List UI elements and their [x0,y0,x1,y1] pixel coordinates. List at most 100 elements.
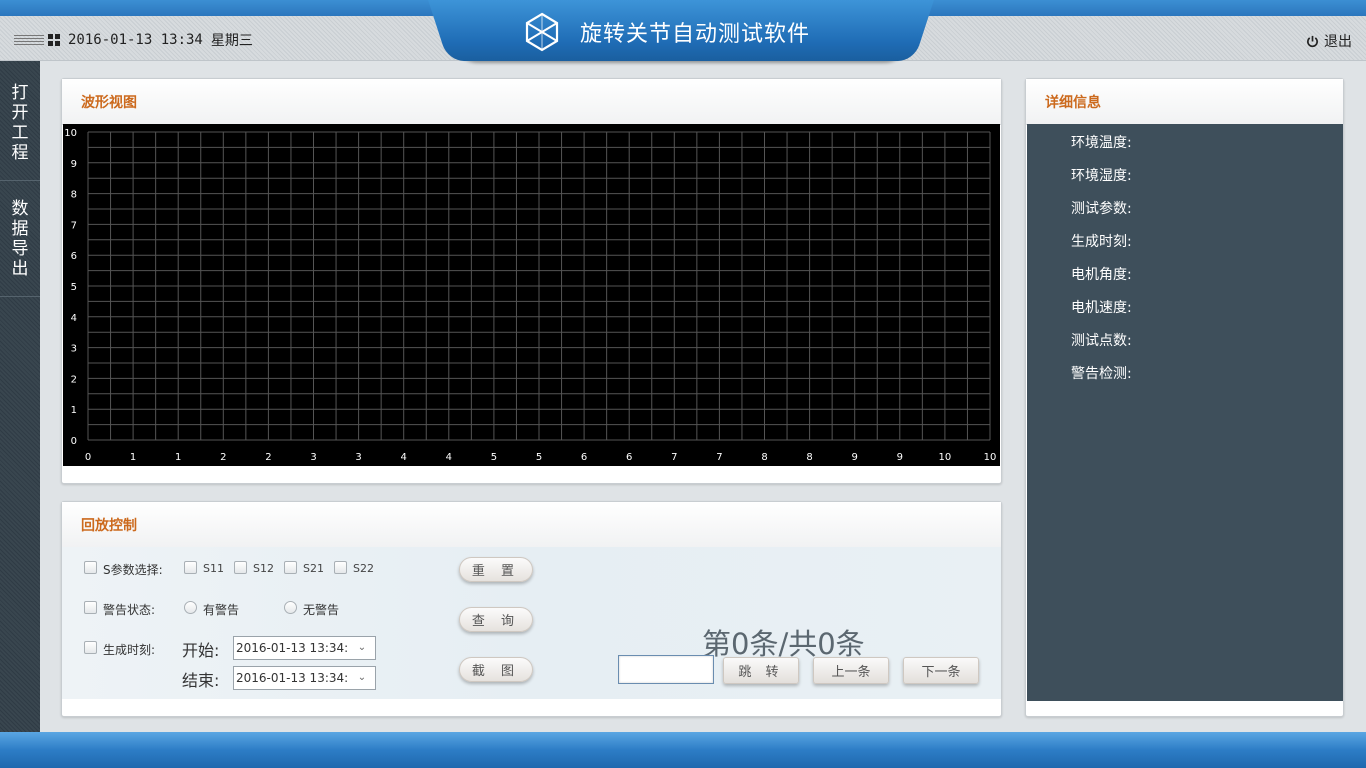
time-label: 生成时刻: [103,643,156,657]
has-warning-label: 有警告 [203,603,240,617]
x-tick-label: 3 [310,452,316,463]
no-warning-label: 无警告 [303,603,340,617]
s22-label: S22 [353,562,374,575]
x-tick-label: 6 [626,452,632,463]
detail-body: 环境温度: 环境湿度: 测试参数: 生成时刻: 电机角度: 电机速度: 测试点数… [1027,124,1343,701]
logout-label: 退出 [1324,34,1352,50]
y-tick-label: 7 [71,220,77,231]
x-tick-label: 7 [716,452,722,463]
y-tick-label: 6 [71,251,77,262]
title-plate: 旋转关节自动测试软件 [452,0,910,61]
y-tick-label: 10 [64,128,77,139]
datetime-text: 2016-01-13 13:34 [68,32,203,48]
s11-label: S11 [203,562,224,575]
x-tick-label: 10 [984,452,997,463]
start-time-picker[interactable]: 2016-01-13 13:34:2 ⌄ [233,636,376,660]
hexagon-star-logo-icon [525,12,559,52]
waveform-panel-title: 波形视图 [62,79,1001,125]
y-tick-label: 3 [71,344,77,355]
waveform-chart-area: 0 1 2 3 4 5 6 7 8 9 10 0 1 1 2 2 3 3 4 4 5 5 6 6 7 7 8 8 9 9 10 10 [63,124,1000,466]
sidebar-item-export-data[interactable]: 数 据 导 出 [0,199,40,297]
x-tick-label: 4 [401,452,407,463]
jump-button[interactable]: 跳 转 [723,657,799,684]
detail-field-motor-angle: 电机角度: [1071,267,1132,283]
waveform-chart: 0 1 2 3 4 5 6 7 8 9 10 0 1 1 2 2 3 3 4 4 5 5 6 6 7 7 8 8 9 9 10 10 [64,128,997,463]
x-tick-label: 4 [446,452,452,463]
replay-body: S参数选择: S11 S12 S21 S22 警告状态: 有警告 无警告 生成时… [62,547,1001,699]
x-tick-label: 9 [897,452,903,463]
detail-field-generated-time: 生成时刻: [1071,234,1132,250]
end-time-value: 2016-01-13 13:34:2 [236,671,356,685]
sidebar-char: 打 [11,83,29,103]
app-header: 2016-01-13 13:34 星期三 旋转关节自动测试软件 退出 [0,0,1366,61]
s-param-filter-checkbox[interactable] [84,561,97,574]
no-warning-radio[interactable] [284,601,297,614]
power-icon [1307,35,1318,47]
sidebar-char: 程 [11,143,29,163]
app-title: 旋转关节自动测试软件 [580,22,811,47]
x-tick-label: 9 [852,452,858,463]
y-tick-label: 1 [71,405,77,416]
s22-checkbox[interactable] [334,561,347,574]
next-record-button[interactable]: 下一条 [903,657,979,684]
prev-record-button[interactable]: 上一条 [813,657,889,684]
detail-field-test-points: 测试点数: [1071,333,1132,349]
waveform-panel: 波形视图 0 1 2 3 4 5 6 7 8 9 10 0 1 1 2 2 3 3 4 4 5 5 6 6 7 7 8 8 9 9 10 10 [61,78,1002,484]
warning-label: 警告状态: [103,603,156,617]
jump-index-input[interactable] [618,655,714,684]
x-tick-label: 6 [581,452,587,463]
x-tick-label: 5 [536,452,542,463]
detail-info-panel: 详细信息 环境温度: 环境湿度: 测试参数: 生成时刻: 电机角度: 电机速度:… [1025,78,1344,717]
sidebar: 打 开 工 程 数 据 导 出 [0,61,40,732]
end-time-picker[interactable]: 2016-01-13 13:34:2 ⌄ [233,666,376,690]
weekday-text: 星期三 [210,33,253,49]
x-tick-label: 10 [939,452,952,463]
sidebar-char: 开 [11,103,29,123]
replay-control-panel: 回放控制 S参数选择: S11 S12 S21 S22 警告状态: 有警告 无警… [61,501,1002,717]
end-label: 结束: [182,671,220,690]
s21-label: S21 [303,562,324,575]
x-tick-label: 2 [265,452,271,463]
chevron-down-icon[interactable]: ⌄ [349,637,375,659]
sidebar-char: 据 [11,219,29,239]
sidebar-char: 导 [11,239,29,259]
warning-filter-checkbox[interactable] [84,601,97,614]
detail-field-motor-speed: 电机速度: [1071,300,1132,316]
y-tick-label: 0 [71,436,77,447]
detail-field-temperature: 环境温度: [1071,135,1132,151]
detail-field-warning-check: 警告检测: [1071,366,1132,382]
detail-panel-title: 详细信息 [1026,79,1343,125]
sidebar-char: 出 [11,259,29,279]
datetime-display: 2016-01-13 13:34 星期三 [14,30,253,50]
start-label: 开始: [182,641,220,660]
y-tick-label: 8 [71,190,77,201]
logout-button[interactable]: 退出 [1306,31,1352,51]
chevron-down-icon[interactable]: ⌄ [349,667,375,689]
y-tick-label: 2 [71,374,77,385]
x-tick-label: 7 [671,452,677,463]
s12-checkbox[interactable] [234,561,247,574]
x-tick-label: 0 [85,452,91,463]
x-tick-label: 2 [220,452,226,463]
sidebar-item-open-project[interactable]: 打 开 工 程 [0,83,40,181]
s21-checkbox[interactable] [284,561,297,574]
y-tick-label: 4 [71,313,77,324]
has-warning-radio[interactable] [184,601,197,614]
decorative-lines [14,35,44,45]
reset-button[interactable]: 重 置 [459,557,533,582]
sidebar-char: 工 [11,123,29,143]
s-param-label: S参数选择: [103,563,163,577]
app-footer [0,732,1366,768]
detail-field-test-param: 测试参数: [1071,201,1132,217]
x-tick-label: 8 [806,452,812,463]
query-button[interactable]: 查 询 [459,607,533,632]
grid-icon [48,34,60,46]
time-filter-checkbox[interactable] [84,641,97,654]
s11-checkbox[interactable] [184,561,197,574]
y-tick-label: 9 [71,159,77,170]
x-tick-label: 1 [130,452,136,463]
detail-field-humidity: 环境湿度: [1071,168,1132,184]
capture-button[interactable]: 截 图 [459,657,533,682]
x-tick-label: 8 [761,452,767,463]
replay-panel-title: 回放控制 [62,502,1001,548]
